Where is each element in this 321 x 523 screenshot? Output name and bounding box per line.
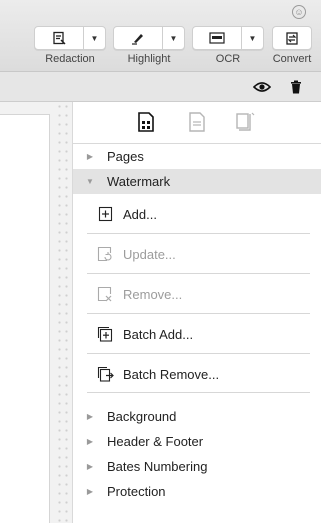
action-label: Update...: [123, 246, 176, 262]
section-pages[interactable]: ▶ Pages: [73, 144, 321, 169]
highlight-dropdown-icon[interactable]: ▼: [162, 27, 184, 49]
ocr-main[interactable]: [193, 27, 241, 49]
update-page-icon: [87, 246, 123, 262]
secondary-toolbar: [0, 72, 321, 102]
expand-arrow-icon[interactable]: ▶: [73, 412, 107, 421]
watermark-add-button[interactable]: Add...: [87, 194, 310, 234]
watermark-remove-button[interactable]: Remove...: [87, 274, 310, 314]
tab-document[interactable]: [186, 110, 208, 134]
ocr-dropdown-icon[interactable]: ▼: [241, 27, 263, 49]
document-page: [0, 114, 50, 523]
panel-tab-bar: [73, 102, 321, 144]
section-label: Pages: [107, 149, 144, 164]
batch-add-icon: [87, 326, 123, 342]
watermark-batch-remove-button[interactable]: Batch Remove...: [87, 354, 310, 394]
convert-button[interactable]: [272, 26, 312, 50]
section-background[interactable]: ▶ Background: [73, 404, 321, 429]
watermark-batch-add-button[interactable]: Batch Add...: [87, 314, 310, 354]
highlight-button[interactable]: ▼: [113, 26, 185, 50]
highlight-label: Highlight: [127, 53, 171, 65]
highlight-main[interactable]: [114, 27, 162, 49]
ocr-button[interactable]: ▼: [192, 26, 264, 50]
section-label: Header & Footer: [107, 434, 204, 449]
section-protection[interactable]: ▶ Protection: [73, 479, 321, 504]
expand-arrow-icon[interactable]: ▶: [73, 437, 107, 446]
batch-remove-icon: [87, 366, 123, 382]
watermark-update-button[interactable]: Update...: [87, 234, 310, 274]
remove-page-icon: [87, 286, 123, 302]
crop-page-icon: [236, 112, 255, 131]
action-label: Remove...: [123, 286, 183, 302]
document-tools-panel: ▶ Pages ▼ Watermark Add... Update... Rem…: [72, 102, 321, 523]
section-label: Protection: [107, 484, 166, 499]
redaction-button[interactable]: ▼: [34, 26, 106, 50]
convert-label: Convert: [272, 53, 312, 65]
tab-page-decorations[interactable]: [135, 110, 157, 134]
expand-arrow-icon[interactable]: ▶: [73, 487, 107, 496]
main-toolbar: ☺ ▼ Redaction ▼ Highlight ▼ OCR Convert: [0, 0, 321, 72]
section-label: Watermark: [107, 174, 171, 189]
redaction-main[interactable]: [35, 27, 83, 49]
ocr-label: OCR: [215, 53, 241, 65]
ocr-icon: [209, 32, 225, 44]
tab-crop[interactable]: [234, 110, 256, 134]
redaction-icon: [53, 31, 66, 45]
expand-arrow-icon[interactable]: ▶: [73, 152, 107, 161]
section-bates-numbering[interactable]: ▶ Bates Numbering: [73, 454, 321, 479]
expand-arrow-icon[interactable]: ▶: [73, 462, 107, 471]
document-icon: [189, 112, 205, 132]
section-label: Bates Numbering: [107, 459, 208, 474]
section-label: Background: [107, 409, 177, 424]
eye-icon[interactable]: [252, 80, 272, 99]
trash-icon[interactable]: [289, 80, 303, 99]
page-grid-icon: [138, 112, 154, 132]
feedback-smiley-icon[interactable]: ☺: [292, 5, 306, 19]
redaction-label: Redaction: [45, 53, 95, 65]
section-watermark[interactable]: ▼ Watermark: [73, 169, 321, 194]
convert-icon: [286, 32, 298, 45]
action-label: Batch Add...: [123, 326, 194, 342]
splitter-handle[interactable]: [56, 102, 70, 523]
add-page-icon: [87, 206, 123, 222]
divider: [87, 392, 310, 393]
convert-main[interactable]: [273, 27, 311, 49]
action-label: Batch Remove...: [123, 366, 220, 382]
action-label: Add...: [123, 206, 157, 222]
highlight-pen-icon: [132, 34, 143, 45]
section-header-footer[interactable]: ▶ Header & Footer: [73, 429, 321, 454]
collapse-arrow-icon[interactable]: ▼: [73, 177, 107, 186]
redaction-dropdown-icon[interactable]: ▼: [83, 27, 105, 49]
